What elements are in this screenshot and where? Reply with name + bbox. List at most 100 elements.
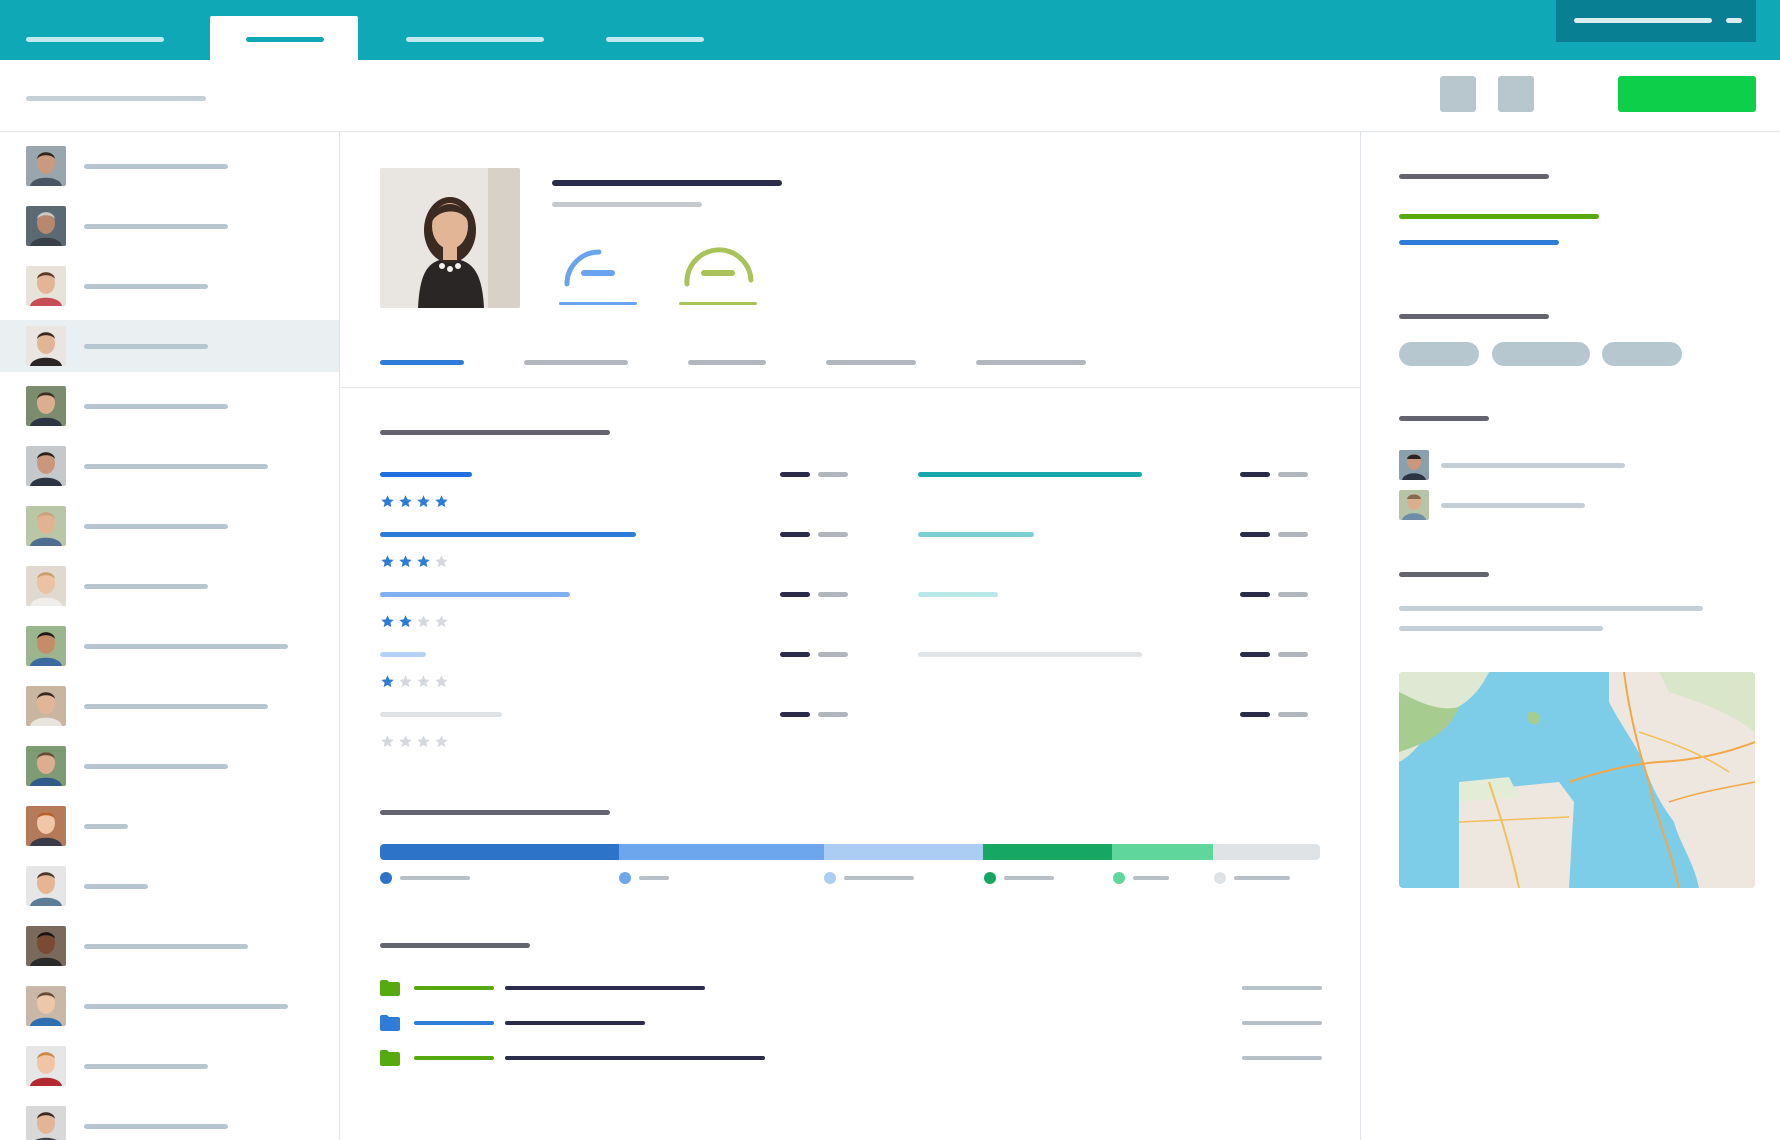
location-heading-placeholder [1399, 572, 1489, 577]
profile-tab-4[interactable] [826, 360, 916, 365]
allocation-segment[interactable] [983, 844, 1113, 860]
folder-icon [380, 1015, 400, 1031]
unit-placeholder [1278, 712, 1308, 717]
profile-tab-5[interactable] [976, 360, 1086, 365]
legend-dot [1113, 872, 1125, 884]
profile-role-placeholder [552, 202, 702, 207]
avatar [26, 506, 66, 546]
skill-level-bar [380, 532, 636, 537]
sidebar-person-row[interactable] [0, 560, 339, 612]
file-name-placeholder [505, 986, 705, 990]
unit-placeholder [818, 532, 848, 537]
tag-chip-3[interactable] [1602, 342, 1682, 366]
sidebar-person-row[interactable] [0, 140, 339, 192]
profile-tab-1-active[interactable] [380, 360, 464, 365]
value-placeholder [1240, 592, 1270, 597]
legend-label-placeholder [1234, 876, 1290, 880]
toolbar-icon-button-1[interactable] [1440, 76, 1476, 112]
tag-chip-2[interactable] [1492, 342, 1590, 366]
legend-dot [1214, 872, 1226, 884]
sidebar-person-row[interactable] [0, 200, 339, 252]
sidebar-person-row[interactable] [0, 740, 339, 792]
person-name-placeholder [84, 344, 208, 349]
allocation-stacked-bar [380, 844, 1320, 860]
sidebar-person-row[interactable] [0, 1040, 339, 1092]
value-placeholder [1240, 712, 1270, 717]
unit-placeholder [1278, 532, 1308, 537]
star-icon [399, 615, 412, 628]
top-tab-2-active[interactable] [210, 16, 358, 60]
sidebar-person-row[interactable] [0, 440, 339, 492]
sidebar-person-row[interactable] [0, 980, 339, 1032]
details-heading-placeholder [1399, 174, 1549, 179]
sidebar-person-row[interactable] [0, 380, 339, 432]
legend-label-placeholder [1004, 876, 1054, 880]
person-name-placeholder [84, 284, 208, 289]
allocation-segment[interactable] [1213, 844, 1320, 860]
profile-photo [380, 168, 520, 308]
person-name-placeholder [84, 944, 248, 949]
allocation-segment[interactable] [1112, 844, 1214, 860]
star-icon [381, 675, 394, 688]
allocation-segment[interactable] [618, 844, 824, 860]
star-icon [399, 735, 412, 748]
star-rating [380, 614, 452, 634]
allocation-segment[interactable] [823, 844, 984, 860]
sidebar-person-row[interactable] [0, 860, 339, 912]
folder-icon [380, 1050, 400, 1066]
top-tab-4[interactable] [600, 16, 710, 60]
gauge-1 [559, 240, 643, 310]
star-icon [417, 615, 430, 628]
sidebar-person-row[interactable] [0, 680, 339, 732]
unit-placeholder [1278, 592, 1308, 597]
unit-placeholder [1278, 652, 1308, 657]
allocation-segment[interactable] [380, 844, 619, 860]
sidebar-person-row[interactable] [0, 620, 339, 672]
star-icon [381, 555, 394, 568]
avatar [26, 746, 66, 786]
sidebar-person-row[interactable] [0, 1100, 339, 1140]
sidebar-person-row[interactable] [0, 320, 339, 372]
top-tab-label-placeholder [406, 37, 544, 42]
primary-action-button[interactable] [1618, 76, 1756, 112]
person-name-placeholder [84, 584, 208, 589]
sidebar-person-row[interactable] [0, 500, 339, 552]
contact-name-placeholder[interactable] [1441, 463, 1625, 468]
top-tab-1[interactable] [20, 16, 170, 60]
file-row[interactable] [380, 1013, 1322, 1033]
value-placeholder [780, 652, 810, 657]
legend-dot [824, 872, 836, 884]
gauge-2 [679, 240, 763, 310]
avatar [26, 806, 66, 846]
person-name-placeholder [84, 1064, 208, 1069]
account-menu[interactable] [1556, 0, 1756, 42]
person-name-placeholder [84, 1124, 228, 1129]
contact-name-placeholder[interactable] [1441, 503, 1585, 508]
file-tag-placeholder [414, 1056, 494, 1060]
profile-tab-3[interactable] [688, 360, 766, 365]
file-row[interactable] [380, 978, 1322, 998]
tags-heading-placeholder [1399, 314, 1549, 319]
file-row[interactable] [380, 1048, 1322, 1068]
profile-name-placeholder [552, 180, 782, 186]
avatar [26, 926, 66, 966]
person-name-placeholder [84, 824, 128, 829]
toolbar-icon-button-2[interactable] [1498, 76, 1534, 112]
contact-avatar-2[interactable] [1399, 490, 1429, 520]
map-image[interactable] [1399, 672, 1755, 888]
profile-tab-2[interactable] [524, 360, 628, 365]
sidebar-person-row[interactable] [0, 920, 339, 972]
contact-avatar-1[interactable] [1399, 450, 1429, 480]
sidebar-person-row[interactable] [0, 260, 339, 312]
star-icon [417, 735, 430, 748]
contacts-heading-placeholder [1399, 416, 1489, 421]
tag-chip-1[interactable] [1399, 342, 1479, 366]
sidebar-person-row[interactable] [0, 800, 339, 852]
person-name-placeholder [84, 1004, 288, 1009]
status-line-blue[interactable] [1399, 240, 1559, 245]
chevron-down-icon [1726, 18, 1742, 23]
top-tab-3[interactable] [400, 16, 550, 60]
person-name-placeholder [84, 704, 268, 709]
file-date-placeholder [1242, 986, 1322, 990]
legend-label-placeholder [400, 876, 470, 880]
